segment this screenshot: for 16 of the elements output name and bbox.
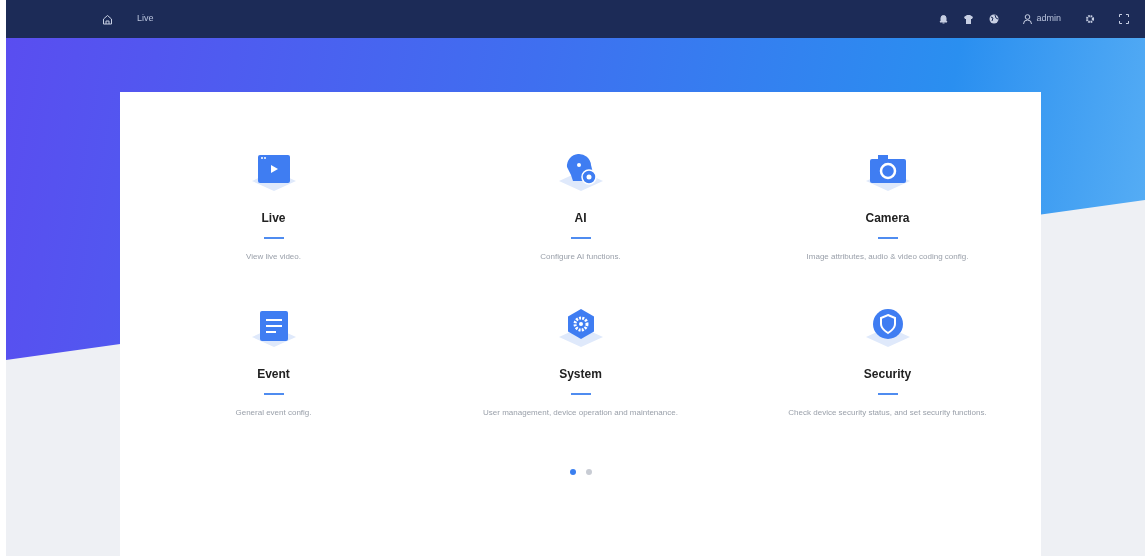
module-tile[interactable]: Security Check device security status, and set security functions. bbox=[734, 303, 1041, 419]
module-tile[interactable]: Live View live video. bbox=[120, 147, 427, 263]
breadcrumb-label[interactable]: Live bbox=[137, 12, 154, 26]
bell-icon[interactable] bbox=[939, 14, 949, 24]
fullscreen-icon[interactable] bbox=[1119, 14, 1129, 24]
page-dot[interactable] bbox=[585, 469, 592, 475]
module-tile[interactable]: AI Configure AI functions. bbox=[427, 147, 734, 263]
username-label[interactable]: admin bbox=[1036, 12, 1061, 26]
module-tile[interactable]: Camera Image attributes, audio & video coding config. bbox=[734, 147, 1041, 263]
module-tile[interactable]: Event General event config. bbox=[120, 303, 427, 419]
shirt-icon[interactable] bbox=[964, 14, 974, 24]
globe-icon[interactable] bbox=[989, 14, 1000, 24]
user-icon bbox=[1023, 14, 1033, 24]
settings-icon[interactable] bbox=[1085, 14, 1095, 24]
module-tile[interactable]: System User management, device operation and maintenance. bbox=[427, 303, 734, 419]
page-dot[interactable] bbox=[569, 469, 576, 475]
